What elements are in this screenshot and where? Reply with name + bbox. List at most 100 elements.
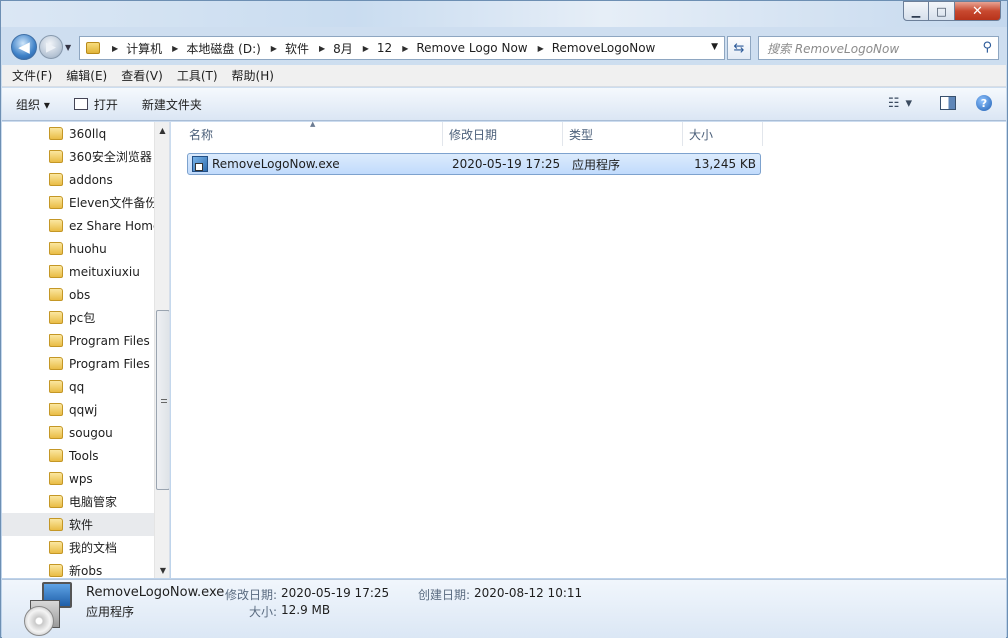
breadcrumb-separator-icon[interactable]: ▶ <box>538 44 544 53</box>
sidebar-item[interactable]: Program Files <box>2 352 154 375</box>
navigation-pane: 360llq 360安全浏览器 addons Eleven文件备份 ez Share H… <box>2 122 170 578</box>
sidebar-item[interactable]: 360llq <box>2 122 154 145</box>
breadcrumb-computer[interactable]: 计算机 <box>126 40 162 57</box>
navigation-scrollbar[interactable]: ▲ ▼ <box>154 122 169 578</box>
file-list-pane: ▲ 名称 修改日期 类型 大小 RemoveLogoNow.exe 2020-0… <box>171 120 1006 578</box>
sidebar-item[interactable]: ez Share Home <box>2 214 154 237</box>
sidebar-item-label: obs <box>69 287 91 302</box>
sidebar-item[interactable]: 我的文档 <box>2 536 154 559</box>
sidebar-item[interactable]: meituxiuxiu <box>2 260 154 283</box>
sidebar-item-label: addons <box>69 172 113 187</box>
folder-icon <box>49 426 63 439</box>
sidebar-item-label: 新obs <box>69 564 103 578</box>
file-size: 13,245 KB <box>694 157 756 171</box>
window-controls: ▁ □ ✕ <box>903 1 1001 21</box>
open-label: 打开 <box>93 97 118 112</box>
sidebar-item[interactable]: Tools <box>2 444 154 467</box>
view-options-icon[interactable]: ☷ <box>888 96 900 111</box>
new-folder-label: 新建文件夹 <box>141 97 202 112</box>
sidebar-item[interactable]: qqwj <box>2 398 154 421</box>
sidebar-item-label: meituxiuxiu <box>69 264 140 279</box>
breadcrumb-12[interactable]: 12 <box>377 41 392 55</box>
file-row[interactable]: RemoveLogoNow.exe 2020-05-19 17:25 应用程序 … <box>187 153 761 175</box>
menu-help[interactable]: 帮助(H) <box>232 67 274 84</box>
breadcrumb-separator-icon[interactable]: ▶ <box>319 44 325 53</box>
details-created-label: 创建日期: <box>418 588 471 602</box>
address-history-dropdown-icon[interactable]: ▼ <box>711 42 718 52</box>
sidebar-item[interactable]: qq <box>2 375 154 398</box>
breadcrumb-remove-logo-now[interactable]: Remove Logo Now <box>416 41 527 55</box>
address-bar[interactable]: ▶ 计算机 ▶ 本地磁盘 (D:) ▶ 软件 ▶ 8月 ▶ 12 ▶ Remov… <box>79 36 725 60</box>
details-modified-label: 修改日期: <box>225 588 278 602</box>
folder-icon <box>49 265 63 278</box>
minimize-button[interactable]: ▁ <box>903 1 929 21</box>
breadcrumb-separator-icon[interactable]: ▶ <box>402 44 408 53</box>
new-folder-button[interactable]: 新建文件夹 <box>142 96 202 113</box>
close-button[interactable]: ✕ <box>955 1 1001 21</box>
breadcrumb-separator-icon[interactable]: ▶ <box>363 44 369 53</box>
sidebar-item[interactable]: Eleven文件备份 <box>2 191 154 214</box>
sidebar-item[interactable]: 电脑管家 <box>2 490 154 513</box>
details-size-value: 12.9 MB <box>281 603 331 617</box>
preview-pane-icon[interactable] <box>940 96 956 110</box>
folder-icon <box>49 449 63 462</box>
sidebar-item-label: Tools <box>69 448 99 463</box>
sidebar-item-label: 软件 <box>69 518 94 532</box>
sidebar-item[interactable]: huohu <box>2 237 154 260</box>
folder-icon <box>49 357 63 370</box>
search-input[interactable]: 搜索 RemoveLogoNow ⚲ <box>758 36 999 60</box>
folder-icon <box>49 334 63 347</box>
sidebar-item[interactable]: 新obs <box>2 559 154 578</box>
search-icon[interactable]: ⚲ <box>982 40 992 55</box>
help-icon[interactable]: ? <box>976 95 992 111</box>
refresh-button[interactable]: ⇆ <box>727 36 751 60</box>
sidebar-item[interactable]: wps <box>2 467 154 490</box>
details-modified-value: 2020-05-19 17:25 <box>281 586 390 600</box>
recent-pages-dropdown-icon[interactable]: ▼ <box>65 43 71 52</box>
menu-edit[interactable]: 编辑(E) <box>66 67 107 84</box>
sidebar-item[interactable]: pc包 <box>2 306 154 329</box>
breadcrumb-current[interactable]: RemoveLogoNow <box>552 41 656 55</box>
maximize-button[interactable]: □ <box>929 1 955 21</box>
back-button[interactable]: ◀ <box>11 34 37 60</box>
breadcrumb-separator-icon[interactable]: ▶ <box>112 44 118 53</box>
breadcrumb-drive-d[interactable]: 本地磁盘 (D:) <box>186 40 260 57</box>
sidebar-item[interactable]: 360安全浏览器 <box>2 145 154 168</box>
breadcrumb-software[interactable]: 软件 <box>285 40 309 57</box>
sidebar-item[interactable]: sougou <box>2 421 154 444</box>
menu-tools[interactable]: 工具(T) <box>177 67 218 84</box>
column-header-modified[interactable]: 修改日期 <box>443 122 563 146</box>
folder-icon <box>49 403 63 416</box>
details-pane: RemoveLogoNow.exe 应用程序 修改日期: 2020-05-19 … <box>2 579 1006 638</box>
sidebar-item[interactable]: addons <box>2 168 154 191</box>
file-type: 应用程序 <box>572 157 621 172</box>
folder-icon <box>49 288 63 301</box>
folder-icon <box>49 564 63 577</box>
organize-label: 组织 ▾ <box>16 97 50 112</box>
open-button[interactable]: 打开 <box>73 96 118 113</box>
view-dropdown-icon[interactable]: ▾ <box>905 96 912 111</box>
sidebar-item[interactable]: 软件 <box>2 513 154 536</box>
menu-view[interactable]: 查看(V) <box>121 67 163 84</box>
sidebar-item[interactable]: obs <box>2 283 154 306</box>
menu-file[interactable]: 文件(F) <box>12 67 52 84</box>
breadcrumb-separator-icon[interactable]: ▶ <box>172 44 178 53</box>
sidebar-item-label: huohu <box>69 241 107 256</box>
sidebar-item-label: ez Share Home <box>69 218 154 233</box>
navigation-row: ◀ ▶ ▼ ▶ 计算机 ▶ 本地磁盘 (D:) ▶ 软件 ▶ 8月 ▶ 12 ▶… <box>1 31 1007 61</box>
scroll-down-icon[interactable]: ▼ <box>155 562 169 578</box>
details-size-label: 大小: <box>249 605 278 619</box>
forward-button[interactable]: ▶ <box>39 35 63 59</box>
column-header-name[interactable]: 名称 <box>171 122 443 146</box>
scroll-up-icon[interactable]: ▲ <box>155 122 169 138</box>
sidebar-item[interactable]: Program Files <box>2 329 154 352</box>
sidebar-item-label: 360安全浏览器 <box>69 150 152 164</box>
column-header-type[interactable]: 类型 <box>563 122 683 146</box>
breadcrumb-separator-icon[interactable]: ▶ <box>271 44 277 53</box>
sidebar-item-label: Eleven文件备份 <box>69 196 154 210</box>
scrollbar-thumb[interactable] <box>156 310 169 490</box>
breadcrumb-august[interactable]: 8月 <box>333 40 353 57</box>
organize-button[interactable]: 组织 ▾ <box>16 96 50 113</box>
column-header-size[interactable]: 大小 <box>683 122 763 146</box>
installer-icon <box>24 582 78 636</box>
